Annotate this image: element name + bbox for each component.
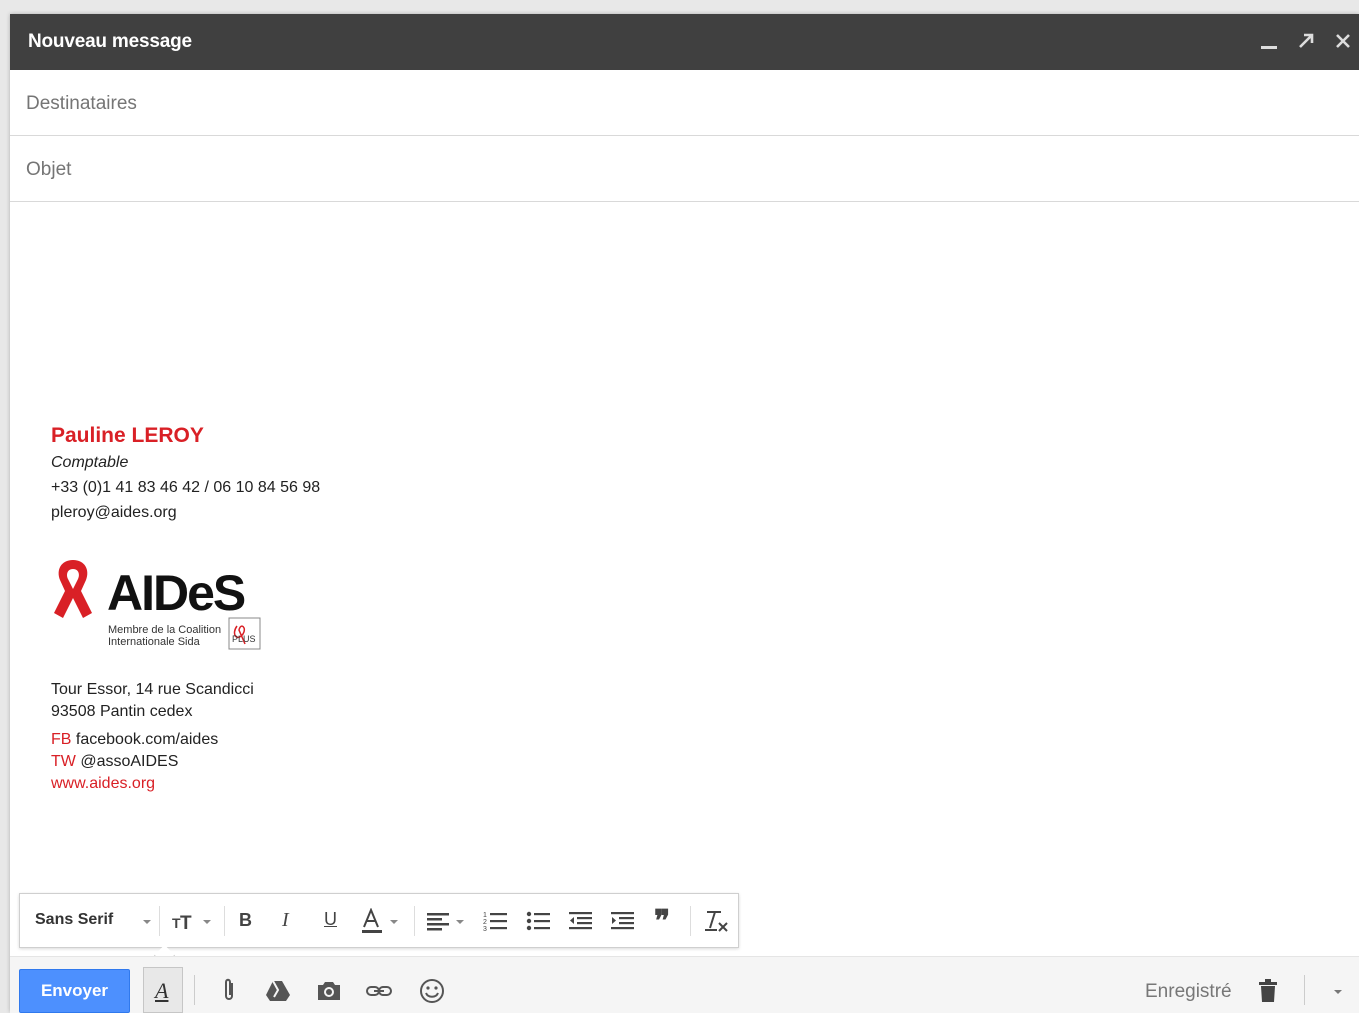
bottom-separator	[1304, 975, 1305, 1005]
underline-button[interactable]: U	[324, 909, 337, 930]
plus-badge-text: PLUS	[232, 634, 256, 644]
signature-facebook: FB facebook.com/aides	[51, 731, 218, 749]
camera-icon[interactable]	[315, 977, 343, 1005]
signature-website-link[interactable]: www.aides.org	[51, 775, 155, 793]
indent-more-icon[interactable]	[609, 908, 637, 934]
signature-job-title: Comptable	[51, 454, 129, 471]
close-icon[interactable]	[1330, 28, 1356, 54]
font-dropdown-arrow-icon[interactable]	[140, 908, 154, 934]
compose-bottom-bar: Envoyer A Enregistré	[10, 956, 1359, 1013]
insert-link-icon[interactable]	[365, 977, 393, 1005]
more-options-icon[interactable]	[1324, 977, 1352, 1005]
svg-text:1: 1	[483, 912, 487, 919]
bottom-separator	[194, 975, 195, 1005]
signature-twitter: TW @assoAIDES	[51, 753, 178, 771]
signature-address-line-1: Tour Essor, 14 rue Scandicci	[51, 681, 254, 698]
facebook-value: facebook.com/aides	[75, 731, 219, 748]
compose-title: Nouveau message	[28, 31, 192, 52]
send-button[interactable]: Envoyer	[19, 969, 130, 1013]
remove-formatting-icon[interactable]	[702, 908, 730, 934]
svg-text:T: T	[180, 913, 192, 934]
signature-email: pleroy@aides.org	[51, 504, 177, 521]
toolbar-separator	[224, 906, 225, 936]
svg-text:2: 2	[483, 919, 487, 926]
twitter-value: @assoAIDES	[80, 753, 179, 770]
drive-icon[interactable]	[264, 977, 292, 1005]
text-size-icon[interactable]: T T	[170, 908, 216, 934]
compose-titlebar[interactable]: Nouveau message	[10, 14, 1359, 70]
subject-input[interactable]	[24, 154, 1328, 186]
message-body[interactable]: Pauline LEROY Comptable +33 (0)1 41 83 4…	[10, 202, 1359, 892]
coalition-line-1: Membre de la Coalition	[108, 624, 222, 636]
signature-name: Pauline LEROY	[51, 424, 204, 447]
emoji-icon[interactable]	[418, 977, 446, 1005]
formatting-icon: A	[155, 978, 169, 1003]
font-family-select[interactable]: Sans Serif	[35, 911, 113, 929]
bulleted-list-icon[interactable]	[525, 908, 553, 934]
subject-field	[10, 136, 1359, 202]
align-icon[interactable]	[425, 908, 471, 934]
italic-button[interactable]: I	[282, 909, 289, 932]
minimize-icon[interactable]	[1256, 28, 1282, 54]
trash-icon[interactable]	[1254, 977, 1282, 1005]
numbered-list-icon[interactable]: 1 2 3	[482, 908, 510, 934]
coalition-line-2: Internationale Sida	[108, 636, 200, 648]
recipients-field	[10, 70, 1359, 136]
svg-text:3: 3	[483, 926, 487, 933]
logo-wordmark: AIDeS	[107, 565, 245, 621]
recipients-input[interactable]	[24, 88, 1328, 120]
signature-address-line-2: 93508 Pantin cedex	[51, 703, 193, 720]
text-color-icon[interactable]	[360, 908, 406, 934]
bold-button[interactable]: B	[239, 910, 252, 931]
signature-phone: +33 (0)1 41 83 46 42 / 06 10 84 56 98	[51, 479, 321, 496]
facebook-label: FB	[51, 731, 72, 748]
toolbar-separator	[690, 906, 691, 936]
red-ribbon-icon	[54, 560, 92, 618]
toolbar-separator	[414, 906, 415, 936]
compose-window: Nouveau message Pauline LEROY Comptable …	[10, 14, 1359, 1013]
formatting-toolbar: Sans Serif T T B I U 1 2 3 ❞	[19, 893, 739, 967]
formatting-options-toggle[interactable]: A	[143, 967, 183, 1013]
expand-icon[interactable]	[1293, 28, 1319, 54]
saved-status: Enregistré	[1145, 981, 1232, 1002]
indent-less-icon[interactable]	[567, 908, 595, 934]
toolbar-separator	[159, 906, 160, 936]
quote-button[interactable]: ❞	[654, 904, 670, 939]
twitter-label: TW	[51, 753, 76, 770]
attach-icon[interactable]	[215, 977, 243, 1005]
